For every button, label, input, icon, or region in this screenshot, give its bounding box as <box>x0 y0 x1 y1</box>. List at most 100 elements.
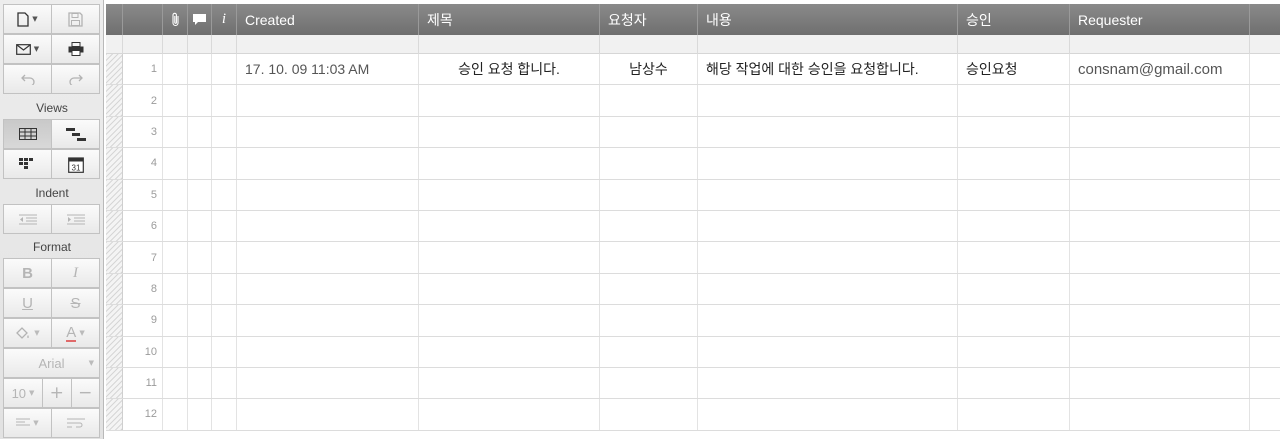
cell-comment[interactable] <box>188 179 212 210</box>
cell-content[interactable] <box>698 85 958 116</box>
cell-approval[interactable] <box>958 148 1070 179</box>
table-row[interactable]: 5 <box>106 179 1280 211</box>
cell-comment[interactable] <box>188 85 212 116</box>
cell-comment[interactable] <box>188 54 212 85</box>
row-drag-handle[interactable] <box>106 305 123 336</box>
cell-requester-kr[interactable] <box>600 305 698 336</box>
cell-content[interactable] <box>698 148 958 179</box>
cell-requester[interactable] <box>1070 210 1250 242</box>
wrap-text-button[interactable] <box>52 408 100 438</box>
cell-requester[interactable] <box>1070 273 1250 305</box>
row-drag-handle[interactable] <box>106 116 123 148</box>
cell-approval[interactable] <box>958 179 1070 210</box>
cell-comment[interactable] <box>188 336 212 367</box>
cell-requester-kr[interactable] <box>600 179 698 210</box>
cell-requester[interactable]: consnam@gmail.com <box>1070 54 1250 85</box>
cell-created[interactable] <box>237 85 419 116</box>
new-sheet-button[interactable]: ▼ <box>3 4 52 34</box>
cell-info[interactable] <box>212 54 237 85</box>
header-attachments[interactable] <box>163 4 188 35</box>
row-drag-handle[interactable] <box>106 336 123 367</box>
cell-attachment[interactable] <box>163 116 188 148</box>
row-drag-handle[interactable] <box>106 399 123 430</box>
row-drag-handle[interactable] <box>106 242 123 273</box>
header-approval[interactable]: 승인 <box>958 4 1070 35</box>
cell-created[interactable] <box>237 210 419 242</box>
cell-info[interactable] <box>212 305 237 336</box>
header-requester-kr[interactable]: 요청자 <box>600 4 698 35</box>
save-button[interactable] <box>52 4 100 34</box>
row-number[interactable]: 10 <box>123 336 163 367</box>
cell-created[interactable] <box>237 336 419 367</box>
cell-comment[interactable] <box>188 148 212 179</box>
underline-button[interactable]: U <box>3 288 52 318</box>
table-row[interactable]: 10 <box>106 336 1280 368</box>
outdent-button[interactable] <box>3 204 52 234</box>
cell-attachment[interactable] <box>163 210 188 242</box>
cell-content[interactable] <box>698 399 958 430</box>
cell-title[interactable] <box>419 336 600 367</box>
cell-content[interactable] <box>698 367 958 399</box>
cell-requester-kr[interactable] <box>600 148 698 179</box>
italic-button[interactable]: I <box>52 258 100 288</box>
cell-approval[interactable] <box>958 85 1070 116</box>
header-title[interactable]: 제목 <box>419 4 600 35</box>
cell-title[interactable] <box>419 148 600 179</box>
table-row[interactable]: 1 17. 10. 09 11:03 AM 승인 요청 합니다. 남상수 해당 작업에 … <box>106 54 1280 86</box>
bold-button[interactable]: B <box>3 258 52 288</box>
cell-requester[interactable] <box>1070 85 1250 116</box>
cell-content[interactable] <box>698 242 958 273</box>
cell-title[interactable] <box>419 367 600 399</box>
cell-comment[interactable] <box>188 116 212 148</box>
cell-created[interactable]: 17. 10. 09 11:03 AM <box>237 54 419 85</box>
header-created[interactable]: Created <box>237 4 419 35</box>
table-row[interactable]: 2 <box>106 85 1280 117</box>
cell-attachment[interactable] <box>163 273 188 305</box>
cell-title[interactable]: 승인 요청 합니다. <box>419 54 600 85</box>
cell-requester[interactable] <box>1070 148 1250 179</box>
email-button[interactable]: ▼ <box>3 34 52 64</box>
cell-requester[interactable] <box>1070 242 1250 273</box>
undo-button[interactable] <box>3 64 52 94</box>
row-number[interactable]: 8 <box>123 273 163 305</box>
print-button[interactable] <box>52 34 100 64</box>
cell-attachment[interactable] <box>163 54 188 85</box>
cell-content[interactable] <box>698 116 958 148</box>
cell-requester[interactable] <box>1070 179 1250 210</box>
cell-comment[interactable] <box>188 367 212 399</box>
cell-created[interactable] <box>237 305 419 336</box>
cell-info[interactable] <box>212 148 237 179</box>
table-row[interactable]: 6 <box>106 210 1280 243</box>
table-row[interactable]: 4 <box>106 148 1280 180</box>
header-comments[interactable] <box>188 4 212 35</box>
row-number[interactable]: 1 <box>123 54 163 85</box>
cell-approval[interactable] <box>958 116 1070 148</box>
table-row[interactable]: 11 <box>106 367 1280 400</box>
cell-approval[interactable] <box>958 273 1070 305</box>
gantt-view-button[interactable] <box>52 119 100 149</box>
row-drag-handle[interactable] <box>106 54 123 85</box>
cell-attachment[interactable] <box>163 399 188 430</box>
row-drag-handle[interactable] <box>106 210 123 242</box>
cell-requester-kr[interactable] <box>600 85 698 116</box>
cell-requester[interactable] <box>1070 367 1250 399</box>
header-info-icon[interactable]: i <box>212 4 237 35</box>
redo-button[interactable] <box>52 64 100 94</box>
row-number[interactable]: 5 <box>123 179 163 210</box>
cell-approval[interactable] <box>958 367 1070 399</box>
cell-attachment[interactable] <box>163 148 188 179</box>
cell-attachment[interactable] <box>163 242 188 273</box>
font-family-select[interactable]: Arial ▼ <box>3 348 100 378</box>
row-number[interactable]: 6 <box>123 210 163 242</box>
table-row[interactable]: 8 <box>106 273 1280 306</box>
card-view-button[interactable] <box>3 149 52 179</box>
cell-title[interactable] <box>419 305 600 336</box>
cell-created[interactable] <box>237 273 419 305</box>
cell-comment[interactable] <box>188 273 212 305</box>
cell-approval[interactable] <box>958 242 1070 273</box>
cell-created[interactable] <box>237 148 419 179</box>
cell-content[interactable] <box>698 179 958 210</box>
text-color-button[interactable]: A ▼ <box>52 318 100 348</box>
cell-requester-kr[interactable] <box>600 210 698 242</box>
grid-view-button[interactable] <box>3 119 52 149</box>
